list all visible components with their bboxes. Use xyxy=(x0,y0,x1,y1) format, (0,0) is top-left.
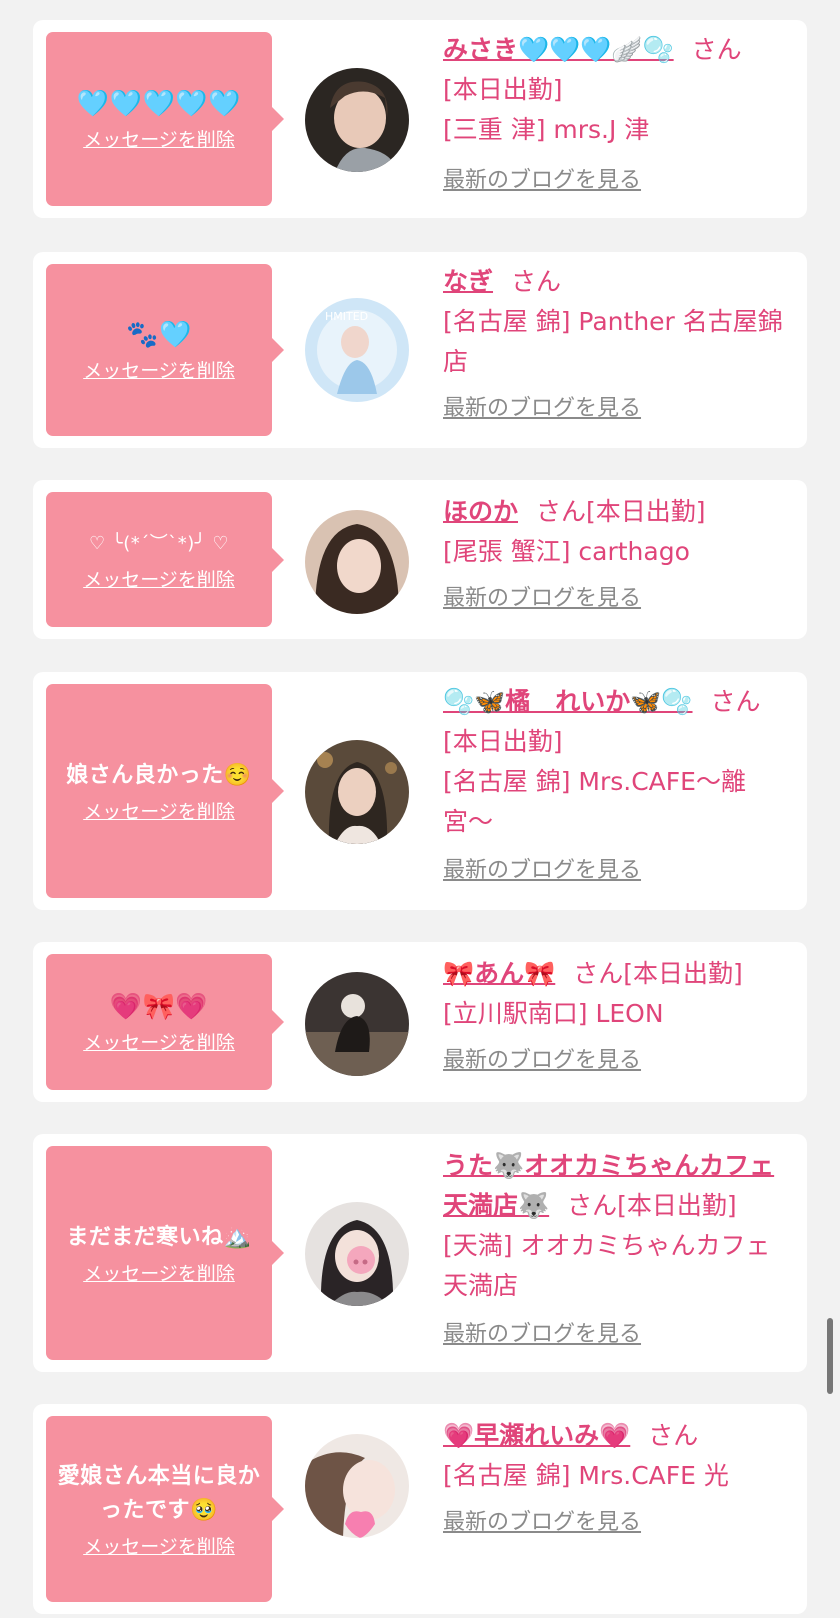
latest-blog-link[interactable]: 最新のブログを見る xyxy=(443,164,641,198)
avatar[interactable] xyxy=(305,972,409,1076)
cast-name-link[interactable]: なぎ xyxy=(443,267,493,296)
message-bubble: ♡ ╰(*´︶`*)╯ ♡ メッセージを削除 xyxy=(46,492,284,627)
delete-message-link[interactable]: メッセージを削除 xyxy=(83,565,235,592)
cast-info: なぎ さん [名古屋 錦] Panther 名古屋錦店 最新のブログを見る xyxy=(443,262,795,426)
cast-info: 🫧🦋橘 れいか🦋🫧 さん [本日出勤] [名古屋 錦] Mrs.CAFE〜離宮〜 最… xyxy=(443,682,795,888)
shop-text: [天満] オオカミちゃんカフェ天満店 xyxy=(443,1231,771,1300)
san-label: さん xyxy=(567,1191,618,1220)
shop-text: [名古屋 錦] Mrs.CAFE 光 xyxy=(443,1461,729,1490)
message-bubble: 娘さん良かった☺️ メッセージを削除 xyxy=(46,684,284,898)
status-text: [本日出勤] xyxy=(443,75,563,104)
latest-blog-link[interactable]: 最新のブログを見る xyxy=(443,392,641,426)
latest-blog-link[interactable]: 最新のブログを見る xyxy=(443,854,641,888)
status-text: [本日出勤] xyxy=(623,959,743,988)
cast-info: 🎀あん🎀 さん[本日出勤] [立川駅南口] LEON 最新のブログを見る xyxy=(443,954,795,1078)
san-label: さん xyxy=(536,497,587,526)
shop-text: [立川駅南口] LEON xyxy=(443,999,664,1028)
message-bubble: 🩵🩵🩵🩵🩵 メッセージを削除 xyxy=(46,32,284,206)
san-label: さん xyxy=(511,267,562,296)
shop-text: [名古屋 錦] Panther 名古屋錦店 xyxy=(443,307,783,376)
shop-text: [三重 津] mrs.J 津 xyxy=(443,115,650,144)
san-label: さん xyxy=(648,1421,699,1450)
cast-info: みさき🩵🩵🩵🪽🫧 さん [本日出勤] [三重 津] mrs.J 津 最新のブログを… xyxy=(443,30,795,198)
cast-name-link[interactable]: 🫧🦋橘 れいか🦋🫧 xyxy=(443,687,693,716)
san-label: さん xyxy=(710,687,761,716)
favorite-card: 💗🎀💗 メッセージを削除 🎀あん🎀 さん[本日出勤] [立川駅南口] LEON 最… xyxy=(33,942,807,1102)
delete-message-link[interactable]: メッセージを削除 xyxy=(83,1532,235,1559)
delete-message-link[interactable]: メッセージを削除 xyxy=(83,356,235,383)
message-text: 🐾🩵 xyxy=(126,319,192,350)
message-bubble: まだまだ寒いね🏔️ メッセージを削除 xyxy=(46,1146,284,1360)
latest-blog-link[interactable]: 最新のブログを見る xyxy=(443,1318,641,1352)
latest-blog-link[interactable]: 最新のブログを見る xyxy=(443,1044,641,1078)
message-text: ♡ ╰(*´︶`*)╯ ♡ xyxy=(89,533,229,554)
avatar[interactable] xyxy=(305,740,409,844)
latest-blog-link[interactable]: 最新のブログを見る xyxy=(443,1506,641,1540)
san-label: さん xyxy=(691,35,742,64)
message-text: まだまだ寒いね🏔️ xyxy=(66,1224,252,1250)
shop-text: [尾張 蟹江] carthago xyxy=(443,537,690,566)
avatar[interactable] xyxy=(305,510,409,614)
cast-name-link[interactable]: みさき🩵🩵🩵🪽🫧 xyxy=(443,35,674,64)
cast-info: うた🐺オオカミちゃんカフェ天満店🐺 さん[本日出勤] [天満] オオカミちゃんカフ… xyxy=(443,1146,795,1352)
delete-message-link[interactable]: メッセージを削除 xyxy=(83,1028,235,1055)
favorite-card: まだまだ寒いね🏔️ メッセージを削除 うた🐺オオカミちゃんカフェ天満店🐺 さん[本… xyxy=(33,1134,807,1372)
latest-blog-link[interactable]: 最新のブログを見る xyxy=(443,582,641,616)
favorite-card: 🐾🩵 メッセージを削除 HMITED なぎ さん [名古屋 錦] Panther … xyxy=(33,252,807,448)
message-text: 娘さん良かった☺️ xyxy=(66,762,252,788)
shop-text: [名古屋 錦] Mrs.CAFE〜離宮〜 xyxy=(443,767,746,836)
favorite-card: 愛娘さん本当に良かったです🥹 メッセージを削除 💗早瀬れいみ💗 さん [名古屋 錦… xyxy=(33,1404,807,1614)
avatar[interactable] xyxy=(305,68,409,172)
status-text: [本日出勤] xyxy=(617,1191,737,1220)
svg-text:HMITED: HMITED xyxy=(325,310,368,323)
cast-info: ほのか さん[本日出勤] [尾張 蟹江] carthago 最新のブログを見る xyxy=(443,492,795,616)
status-text: [本日出勤] xyxy=(586,497,706,526)
message-text: 💗🎀💗 xyxy=(109,991,209,1022)
delete-message-link[interactable]: メッセージを削除 xyxy=(83,797,235,824)
cast-name-link[interactable]: 💗早瀬れいみ💗 xyxy=(443,1421,630,1450)
message-bubble: 💗🎀💗 メッセージを削除 xyxy=(46,954,284,1090)
cast-name-link[interactable]: 🎀あん🎀 xyxy=(443,959,555,988)
message-text: 愛娘さん本当に良かったです🥹 xyxy=(57,1463,261,1523)
message-bubble: 🐾🩵 メッセージを削除 xyxy=(46,264,284,436)
delete-message-link[interactable]: メッセージを削除 xyxy=(83,125,235,152)
avatar[interactable] xyxy=(305,1202,409,1306)
favorite-card: 🩵🩵🩵🩵🩵 メッセージを削除 みさき🩵🩵🩵🪽🫧 さん [本日出勤] [三重 津] … xyxy=(33,20,807,218)
favorite-card: 娘さん良かった☺️ メッセージを削除 🫧🦋橘 れいか🦋🫧 さん [本日出勤] [名古… xyxy=(33,672,807,910)
scrollbar[interactable] xyxy=(827,1318,833,1394)
favorite-card: ♡ ╰(*´︶`*)╯ ♡ メッセージを削除 ほのか さん[本日出勤] [尾張 蟹… xyxy=(33,480,807,639)
message-text: 🩵🩵🩵🩵🩵 xyxy=(76,88,242,119)
cast-name-link[interactable]: ほのか xyxy=(443,497,518,526)
message-bubble: 愛娘さん本当に良かったです🥹 メッセージを削除 xyxy=(46,1416,284,1602)
status-text: [本日出勤] xyxy=(443,727,563,756)
cast-info: 💗早瀬れいみ💗 さん [名古屋 錦] Mrs.CAFE 光 最新のブログを見る xyxy=(443,1416,795,1540)
avatar[interactable]: HMITED xyxy=(305,298,409,402)
delete-message-link[interactable]: メッセージを削除 xyxy=(83,1259,235,1286)
san-label: さん xyxy=(573,959,624,988)
avatar[interactable] xyxy=(305,1434,409,1538)
